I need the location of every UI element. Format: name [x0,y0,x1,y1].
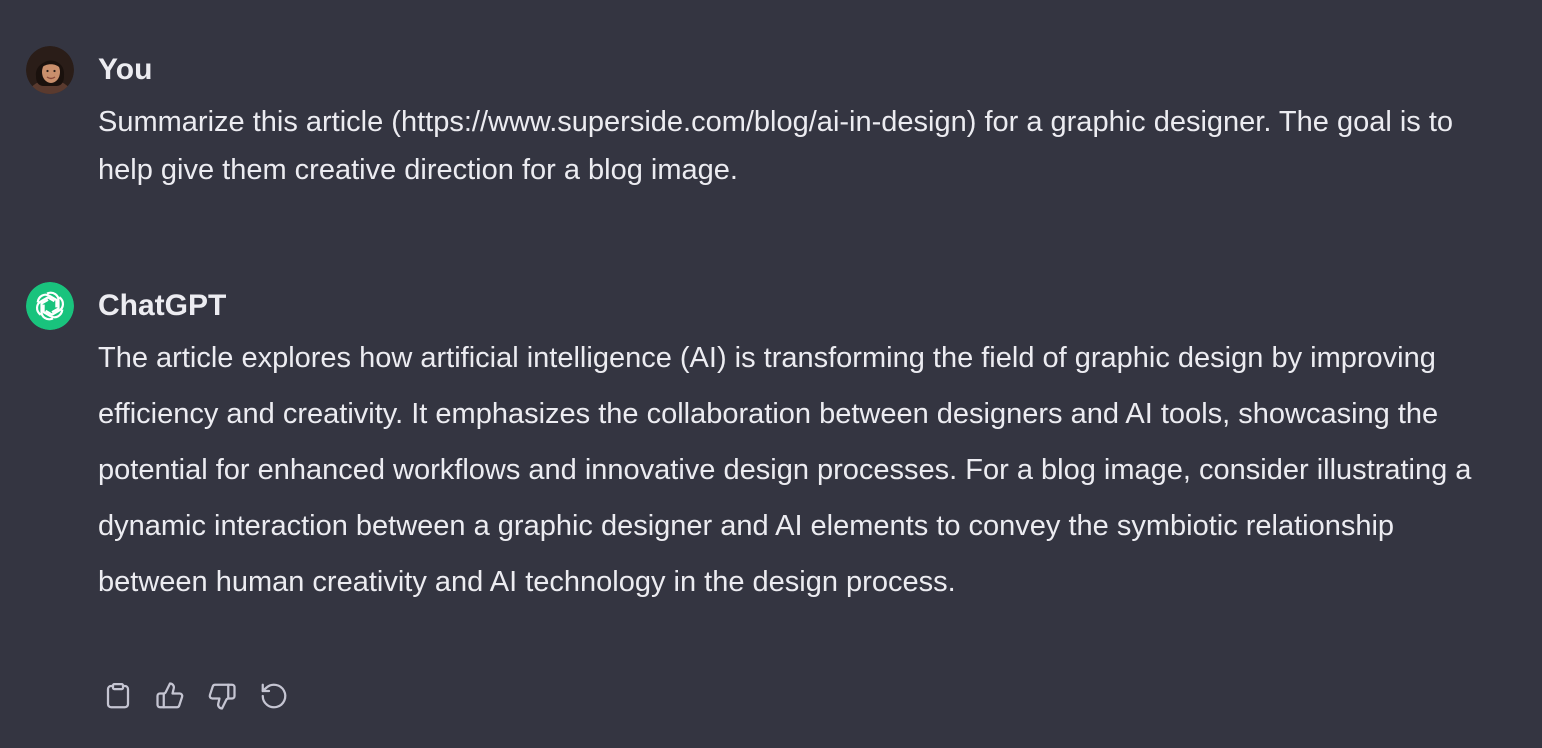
thumbs-up-icon [156,682,184,709]
message-text: The article explores how artificial inte… [98,342,1472,598]
author-name: You [98,53,153,86]
message-text: Summarize this article (https://www.supe… [98,106,1454,186]
clipboard-icon [106,683,130,709]
copy-button[interactable] [102,680,134,712]
thumbs-up-button[interactable] [154,680,186,712]
author-name: ChatGPT [98,289,227,322]
regenerate-icon [261,683,287,709]
user-avatar [26,46,74,94]
thumbs-down-icon [208,683,236,710]
regenerate-button[interactable] [258,680,290,712]
thumbs-down-button[interactable] [206,680,238,712]
openai-logo-icon [26,282,74,330]
message-actions [102,680,290,712]
